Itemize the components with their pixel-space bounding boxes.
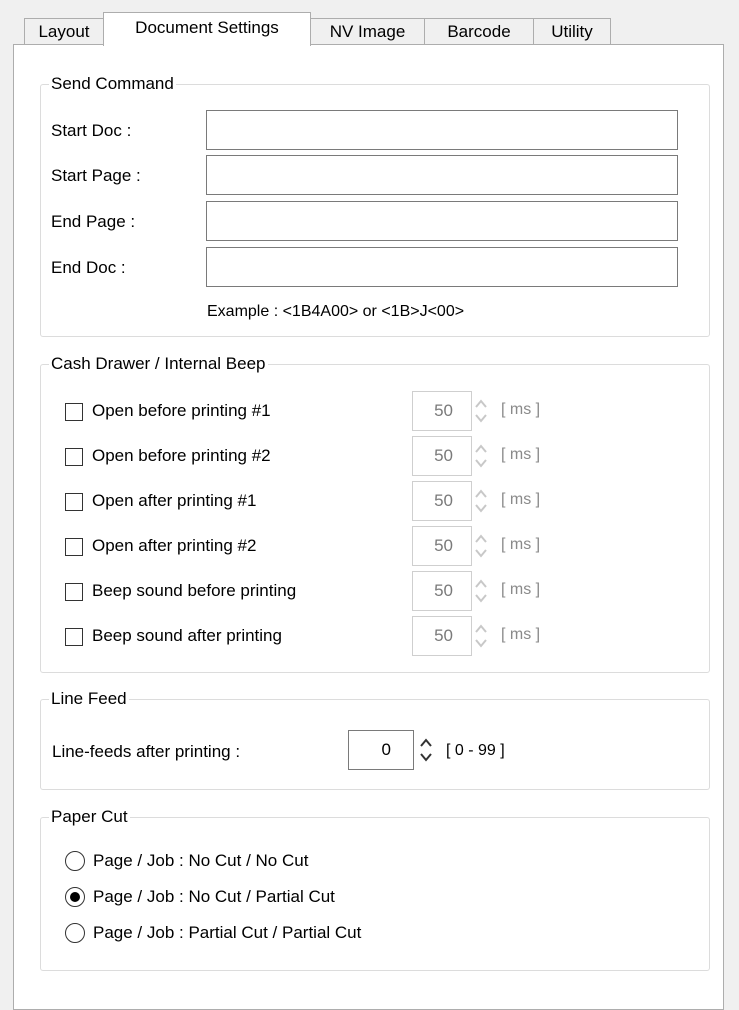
line-feed-title: Line Feed xyxy=(51,689,127,708)
cash-drawer-title: Cash Drawer / Internal Beep xyxy=(51,354,266,373)
tab-nv-image[interactable]: NV Image xyxy=(310,18,425,44)
radio-selected-dot-icon xyxy=(70,892,80,902)
end-doc-input[interactable] xyxy=(206,247,678,287)
open-before-2-checkbox[interactable] xyxy=(65,448,83,466)
open-before-1-ms-input[interactable]: 50 xyxy=(412,391,472,431)
open-after-2-spinner-icon[interactable] xyxy=(473,528,489,564)
open-after-2-ms-input[interactable]: 50 xyxy=(412,526,472,566)
tab-barcode[interactable]: Barcode xyxy=(424,18,534,44)
beep-after-ms-input[interactable]: 50 xyxy=(412,616,472,656)
start-doc-label: Start Doc : xyxy=(51,121,132,140)
line-feeds-range: [ 0 - 99 ] xyxy=(446,742,505,759)
end-page-input[interactable] xyxy=(206,201,678,241)
send-command-example: Example : <1B4A00> or <1B>J<00> xyxy=(207,303,465,320)
open-before-2-label: Open before printing #2 xyxy=(92,446,271,465)
tab-layout[interactable]: Layout xyxy=(24,18,104,44)
start-page-label: Start Page : xyxy=(51,166,141,185)
open-after-2-checkbox[interactable] xyxy=(65,538,83,556)
end-doc-label: End Doc : xyxy=(51,258,126,277)
open-before-1-spinner-icon[interactable] xyxy=(473,393,489,429)
send-command-title: Send Command xyxy=(51,74,174,93)
beep-before-ms-input[interactable]: 50 xyxy=(412,571,472,611)
open-after-2-label: Open after printing #2 xyxy=(92,536,257,555)
start-page-input[interactable] xyxy=(206,155,678,195)
open-before-2-spinner-icon[interactable] xyxy=(473,438,489,474)
beep-after-spinner-icon[interactable] xyxy=(473,618,489,654)
open-after-1-checkbox[interactable] xyxy=(65,493,83,511)
beep-before-checkbox[interactable] xyxy=(65,583,83,601)
paper-cut-no-no-radio[interactable] xyxy=(65,851,85,871)
open-after-2-unit: [ ms ] xyxy=(501,536,541,553)
paper-cut-title: Paper Cut xyxy=(51,807,128,826)
open-before-1-unit: [ ms ] xyxy=(501,401,541,418)
open-after-1-label: Open after printing #1 xyxy=(92,491,257,510)
open-before-1-checkbox[interactable] xyxy=(65,403,83,421)
start-doc-input[interactable] xyxy=(206,110,678,150)
paper-cut-partial-partial-radio[interactable] xyxy=(65,923,85,943)
end-page-label: End Page : xyxy=(51,212,136,231)
line-feeds-input[interactable]: 0 xyxy=(348,730,414,770)
paper-cut-partial-partial-label: Page / Job : Partial Cut / Partial Cut xyxy=(93,923,362,942)
open-after-1-ms-input[interactable]: 50 xyxy=(412,481,472,521)
paper-cut-no-partial-radio[interactable] xyxy=(65,887,85,907)
beep-before-label: Beep sound before printing xyxy=(92,581,297,600)
tab-bar: Layout Document Settings NV Image Barcod… xyxy=(0,0,739,46)
tab-utility[interactable]: Utility xyxy=(533,18,611,44)
tab-panel-document-settings: Send Command Start Doc : Start Page : En… xyxy=(13,44,724,1010)
open-before-2-unit: [ ms ] xyxy=(501,446,541,463)
open-before-1-label: Open before printing #1 xyxy=(92,401,271,420)
line-feeds-label: Line-feeds after printing : xyxy=(52,742,241,761)
beep-before-spinner-icon[interactable] xyxy=(473,573,489,609)
open-after-1-unit: [ ms ] xyxy=(501,491,541,508)
open-before-2-ms-input[interactable]: 50 xyxy=(412,436,472,476)
open-after-1-spinner-icon[interactable] xyxy=(473,483,489,519)
tab-document-settings[interactable]: Document Settings xyxy=(103,12,311,46)
line-feeds-spinner-icon[interactable] xyxy=(418,732,434,768)
beep-after-label: Beep sound after printing xyxy=(92,626,282,645)
beep-before-unit: [ ms ] xyxy=(501,581,541,598)
beep-after-checkbox[interactable] xyxy=(65,628,83,646)
paper-cut-no-no-label: Page / Job : No Cut / No Cut xyxy=(93,851,309,870)
beep-after-unit: [ ms ] xyxy=(501,626,541,643)
paper-cut-no-partial-label: Page / Job : No Cut / Partial Cut xyxy=(93,887,335,906)
